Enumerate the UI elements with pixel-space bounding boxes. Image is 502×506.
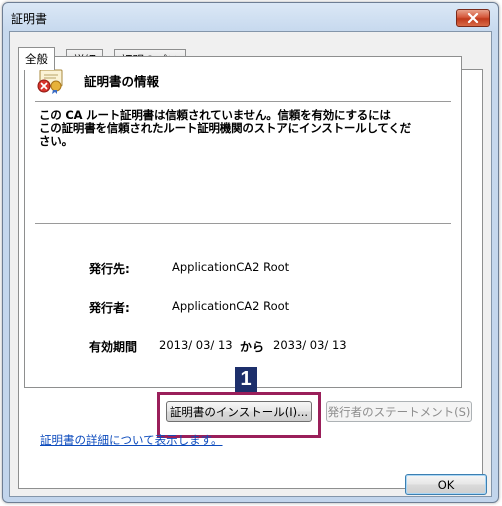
valid-to-value: 2033/ 03/ 13 bbox=[273, 338, 347, 352]
close-button[interactable] bbox=[456, 9, 490, 27]
close-icon bbox=[467, 13, 479, 23]
title-bar[interactable]: 証明書 bbox=[3, 3, 498, 33]
certificate-dialog: 証明書 全般 詳細 証明のパス 証明書の情報 この CA ルート証明書は信頼され bbox=[2, 2, 499, 503]
validity-from-word: から bbox=[240, 340, 265, 354]
certificate-details-link[interactable]: 証明書の詳細について表示します。 bbox=[40, 432, 223, 448]
issued-by-value: ApplicationCA2 Root bbox=[172, 299, 290, 313]
ok-button[interactable]: OK bbox=[405, 474, 487, 495]
validity-label: 有効期間 bbox=[89, 340, 138, 354]
step-number-badge: 1 bbox=[235, 367, 257, 392]
issued-by-label: 発行者: bbox=[89, 301, 130, 315]
install-certificate-button[interactable]: 証明書のインストール(I)... bbox=[166, 401, 312, 422]
trust-warning-text: この CA ルート証明書は信頼されていません。信頼を有効にするには この証明書を… bbox=[39, 109, 449, 148]
issued-to-value: ApplicationCA2 Root bbox=[172, 260, 290, 274]
issued-to-label: 発行先: bbox=[89, 262, 130, 276]
divider bbox=[35, 101, 451, 102]
certificate-error-icon bbox=[37, 69, 63, 94]
warning-line: さい。 bbox=[39, 134, 73, 148]
tab-general[interactable]: 全般 bbox=[18, 47, 55, 70]
valid-from-value: 2013/ 03/ 13 bbox=[159, 338, 233, 352]
certificate-info-title: 証明書の情報 bbox=[84, 74, 160, 89]
divider bbox=[35, 223, 451, 224]
window-title: 証明書 bbox=[11, 12, 48, 26]
certificate-info-box: 証明書の情報 この CA ルート証明書は信頼されていません。信頼を有効にするには… bbox=[24, 56, 462, 388]
issuer-statement-button[interactable]: 発行者のステートメント(S) bbox=[326, 401, 472, 422]
warning-line: この証明書を信頼されたルート証明機関のストアにインストールしてくだ bbox=[39, 121, 411, 135]
